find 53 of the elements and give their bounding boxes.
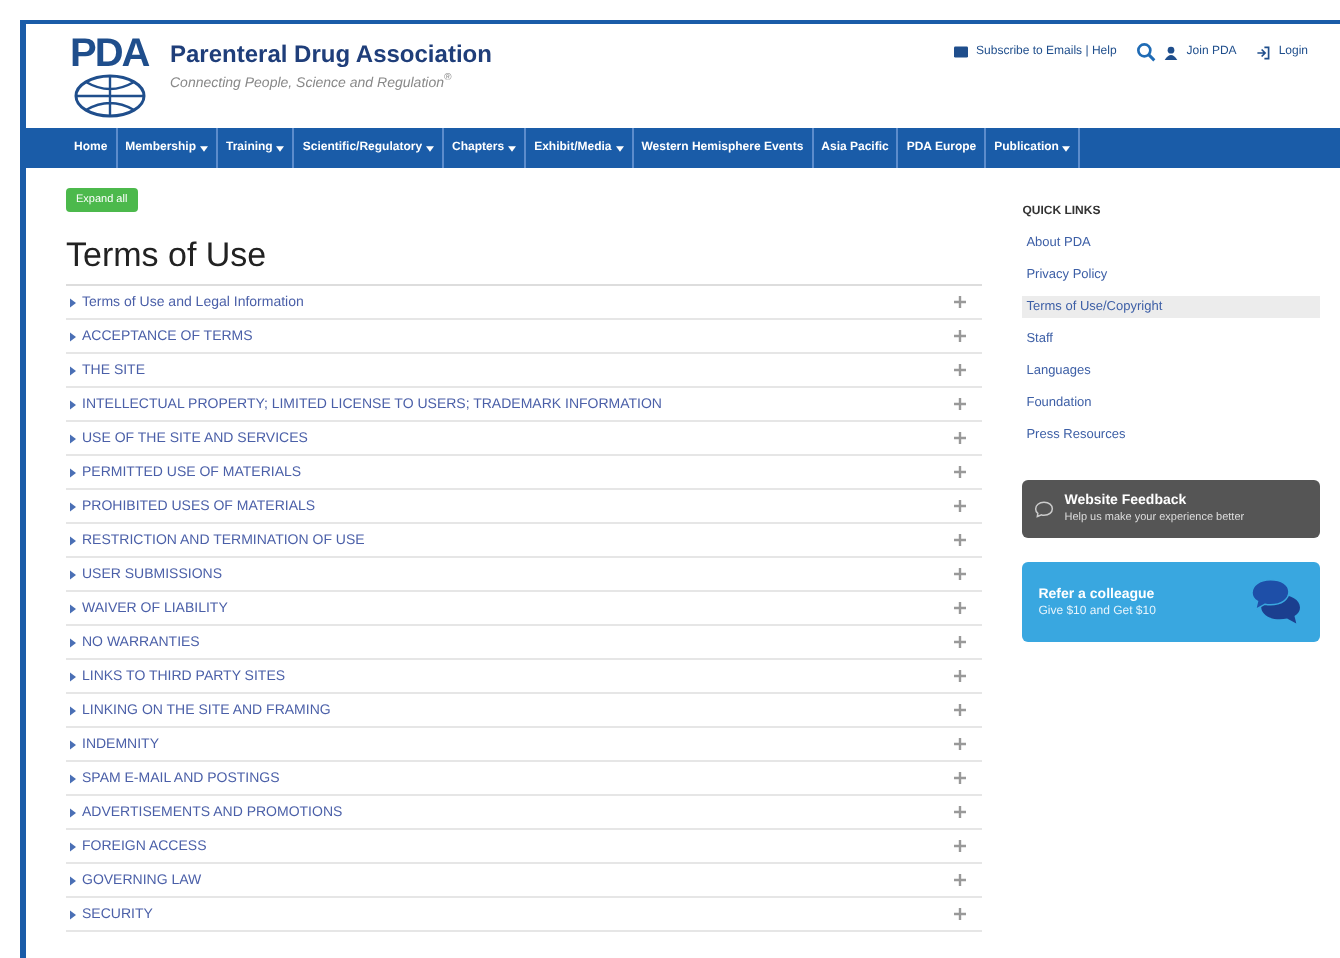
chevron-icon bbox=[70, 399, 76, 409]
caret-icon bbox=[508, 145, 517, 151]
chevron-icon bbox=[70, 603, 76, 613]
caret-icon bbox=[615, 145, 624, 151]
chevron-icon bbox=[70, 501, 76, 511]
plus-icon[interactable] bbox=[954, 840, 967, 852]
chevron-icon bbox=[70, 535, 76, 545]
plus-icon[interactable] bbox=[954, 568, 967, 580]
globe-logo-icon bbox=[70, 74, 150, 118]
chevron-icon bbox=[70, 909, 76, 919]
plus-icon[interactable] bbox=[954, 670, 967, 682]
chat-bubbles-icon bbox=[1248, 578, 1304, 626]
chevron-icon bbox=[70, 705, 76, 715]
plus-icon[interactable] bbox=[954, 432, 967, 444]
plus-icon[interactable] bbox=[954, 636, 967, 648]
plus-icon[interactable] bbox=[954, 364, 967, 376]
plus-icon[interactable] bbox=[954, 704, 967, 716]
plus-icon[interactable] bbox=[954, 874, 967, 886]
plus-icon[interactable] bbox=[954, 398, 967, 410]
caret-icon bbox=[426, 145, 435, 151]
caret-icon bbox=[1062, 145, 1071, 151]
chevron-icon bbox=[70, 807, 76, 817]
plus-icon[interactable] bbox=[954, 806, 967, 818]
plus-icon[interactable] bbox=[954, 500, 967, 512]
chevron-icon bbox=[70, 297, 76, 307]
chevron-icon bbox=[70, 671, 76, 681]
chevron-icon bbox=[70, 467, 76, 477]
plus-icon[interactable] bbox=[954, 772, 967, 784]
caret-icon bbox=[276, 145, 285, 151]
plus-icon[interactable] bbox=[954, 534, 967, 546]
caret-icon bbox=[200, 145, 209, 151]
person-icon bbox=[1164, 45, 1179, 59]
organization-name[interactable]: Parenteral Drug Association bbox=[170, 40, 492, 68]
chevron-icon bbox=[70, 569, 76, 579]
search-icon[interactable] bbox=[1136, 42, 1157, 62]
speech-bubble-icon bbox=[1034, 500, 1055, 518]
plus-icon[interactable] bbox=[954, 330, 967, 342]
login-icon bbox=[1256, 45, 1271, 59]
chevron-icon bbox=[70, 773, 76, 783]
chevron-icon bbox=[70, 365, 76, 375]
page-title: Terms of Use bbox=[66, 236, 267, 276]
plus-icon[interactable] bbox=[954, 466, 967, 478]
plus-icon[interactable] bbox=[954, 738, 967, 750]
chevron-icon bbox=[70, 875, 76, 885]
chevron-icon bbox=[70, 331, 76, 341]
chevron-icon bbox=[70, 637, 76, 647]
plus-icon[interactable] bbox=[954, 296, 967, 308]
chevron-icon bbox=[70, 433, 76, 443]
plus-icon[interactable] bbox=[954, 908, 967, 920]
logo-text: PDA bbox=[70, 32, 149, 78]
chevron-icon bbox=[70, 841, 76, 851]
plus-icon[interactable] bbox=[954, 602, 967, 614]
chevron-icon bbox=[70, 739, 76, 749]
